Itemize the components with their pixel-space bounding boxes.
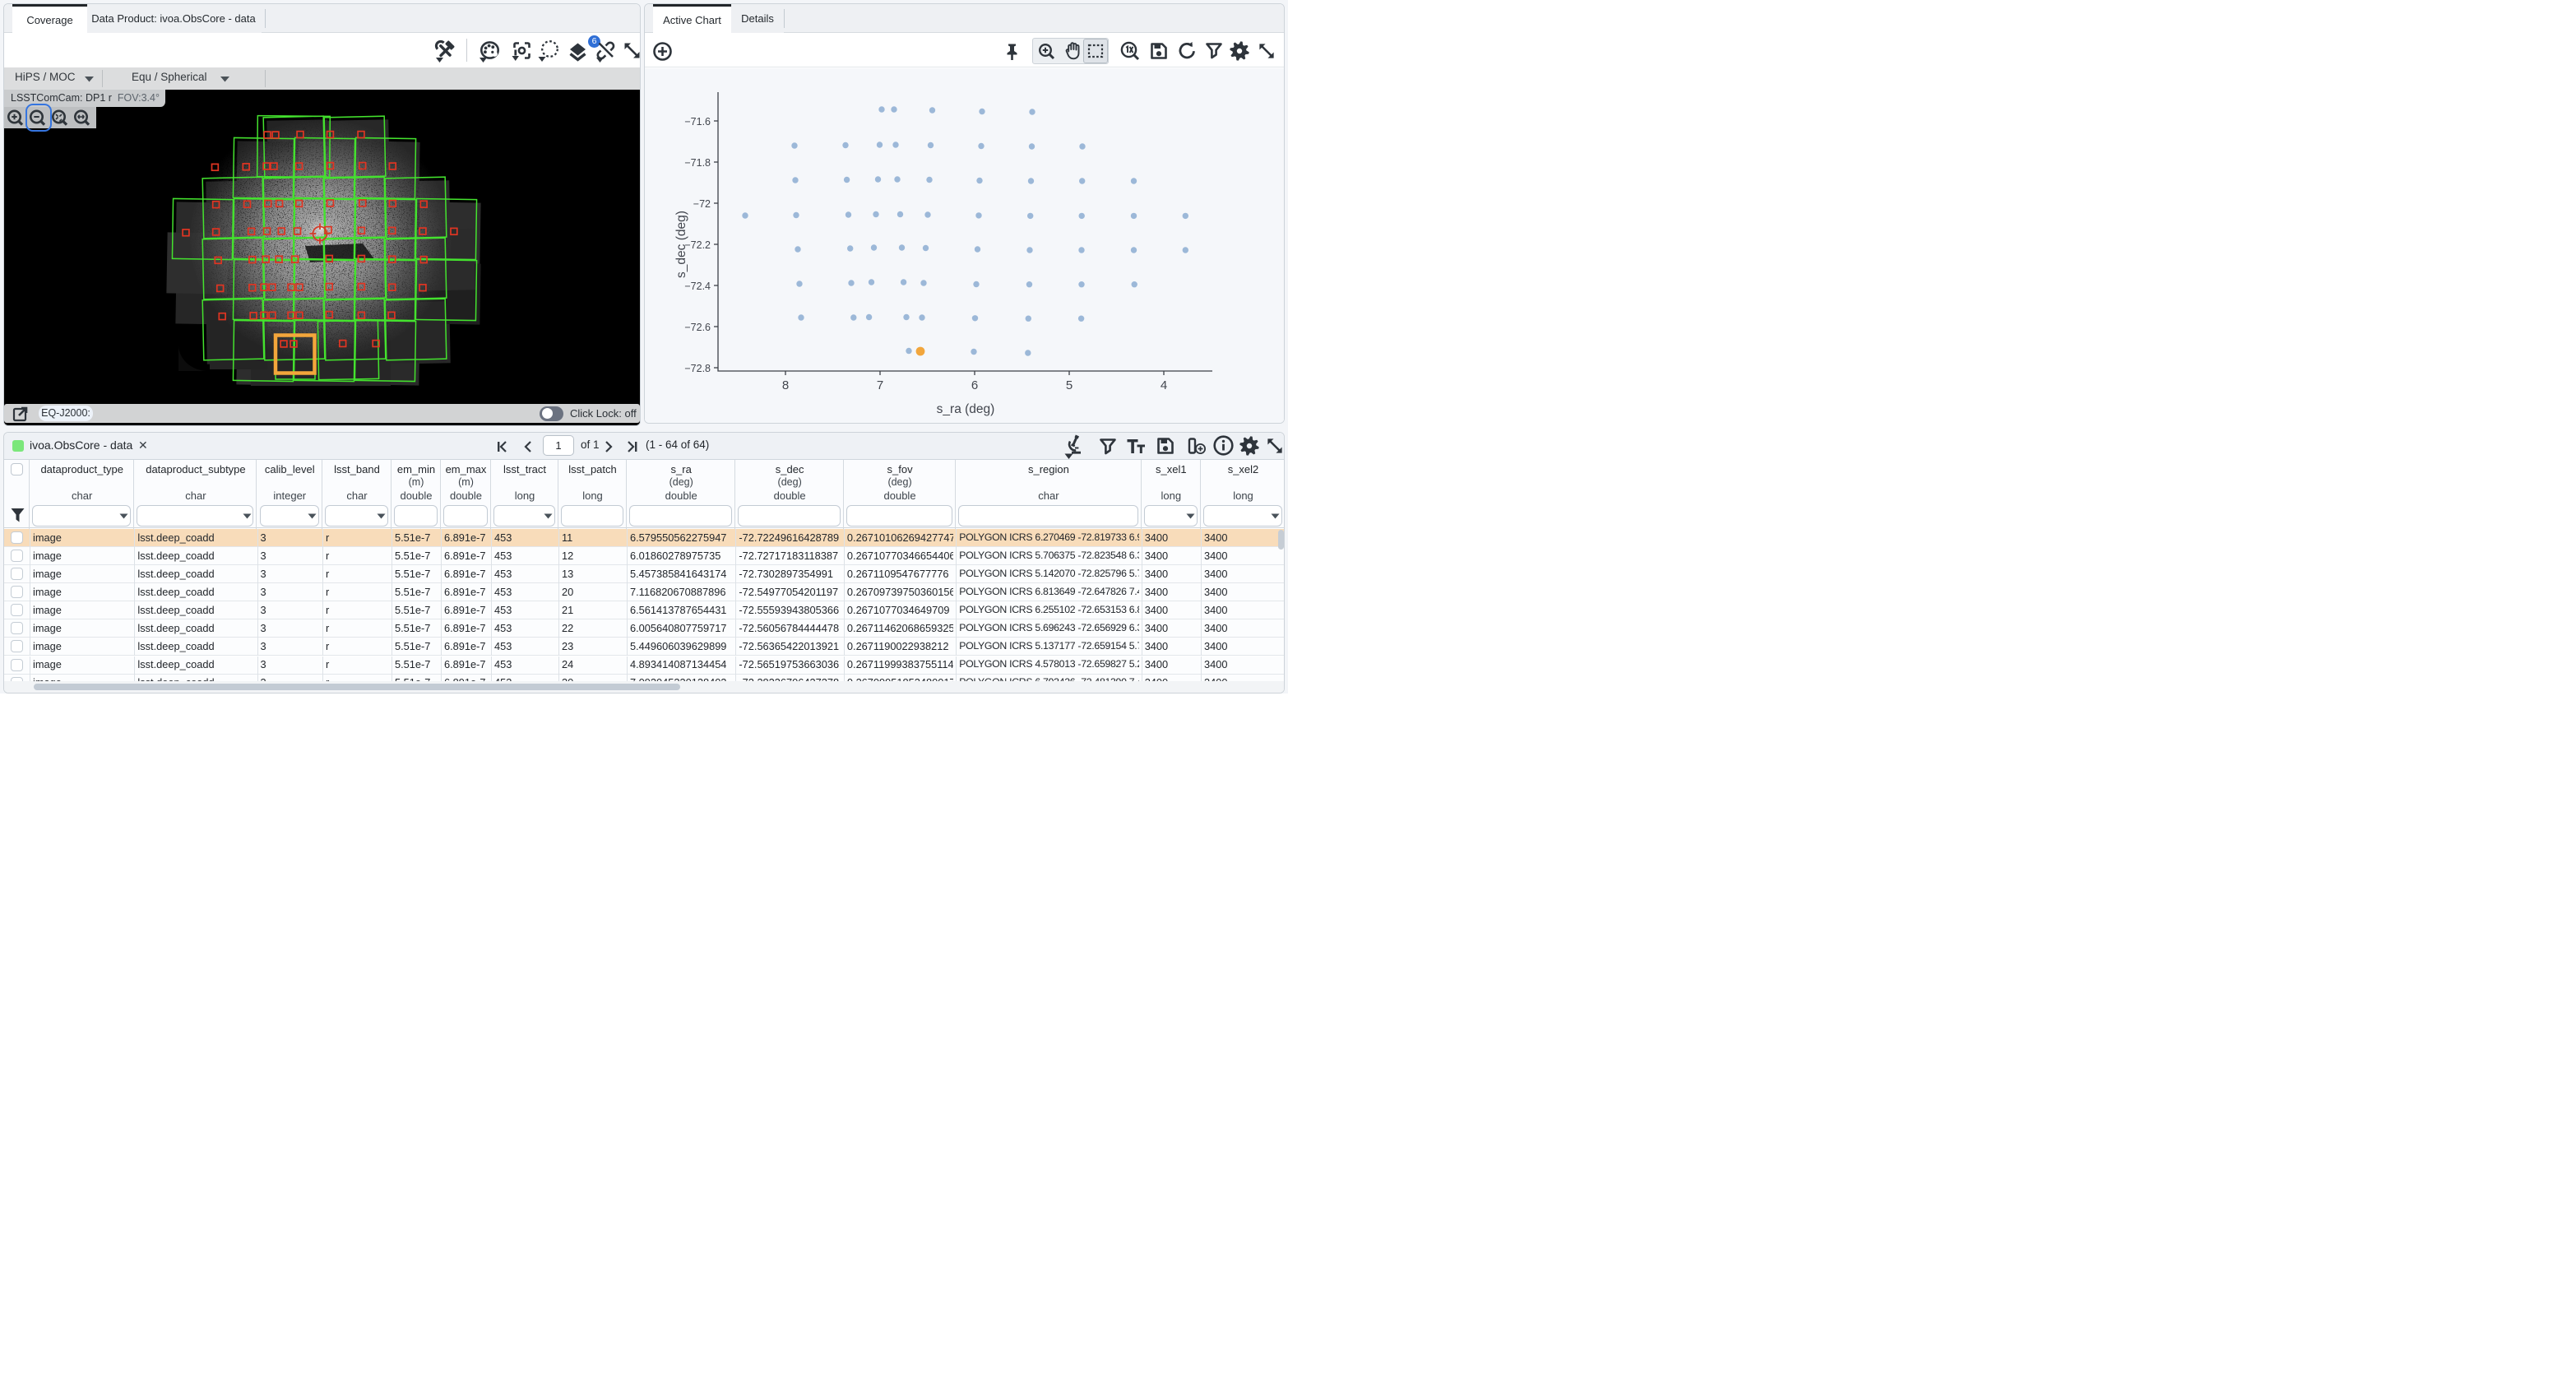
svg-text:−72: −72 bbox=[693, 198, 711, 210]
svg-text:−72.6: −72.6 bbox=[684, 322, 711, 333]
svg-text:−72.4: −72.4 bbox=[684, 281, 711, 292]
svg-text:−71.8: −71.8 bbox=[684, 157, 711, 169]
svg-text:−71.6: −71.6 bbox=[684, 116, 711, 128]
svg-text:6: 6 bbox=[971, 378, 978, 392]
svg-text:8: 8 bbox=[782, 378, 789, 392]
svg-text:7: 7 bbox=[877, 378, 883, 392]
svg-text:−72.2: −72.2 bbox=[684, 239, 711, 251]
svg-text:5: 5 bbox=[1066, 378, 1073, 392]
svg-text:4: 4 bbox=[1161, 378, 1167, 392]
svg-text:−72.8: −72.8 bbox=[684, 363, 711, 374]
svg-text:s_dec (deg): s_dec (deg) bbox=[674, 211, 688, 278]
svg-text:s_ra (deg): s_ra (deg) bbox=[937, 402, 995, 416]
